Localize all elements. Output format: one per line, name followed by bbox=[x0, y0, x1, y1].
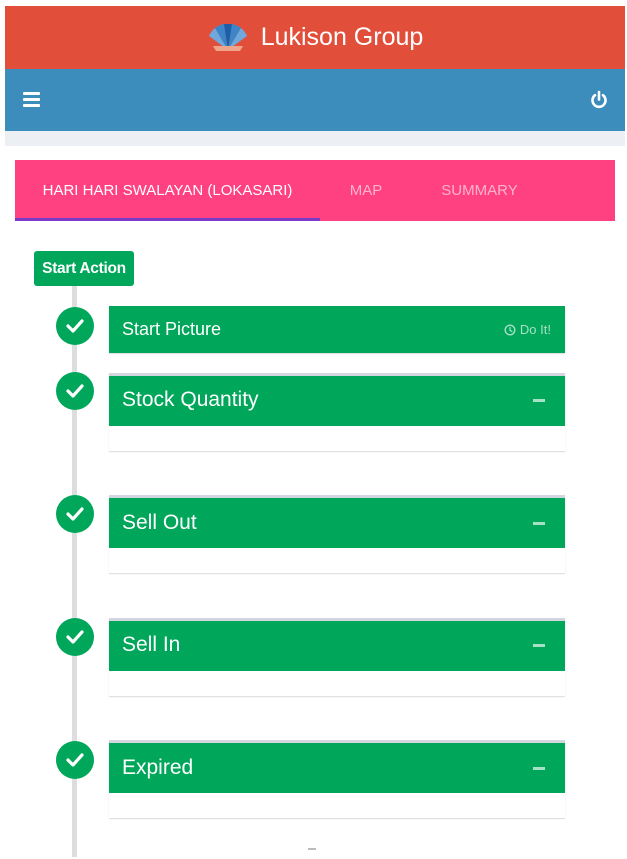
brand-title: Lukison Group bbox=[260, 23, 424, 51]
section-box-sell-in: Sell In bbox=[109, 618, 565, 696]
section-title: Expired bbox=[122, 756, 194, 779]
clock-icon bbox=[504, 323, 516, 336]
start-picture-box: Start Picture Do It! bbox=[109, 306, 565, 353]
top-navbar bbox=[5, 69, 625, 131]
section-header: Sell Out bbox=[109, 498, 565, 548]
section-box-sell-out: Sell Out bbox=[109, 495, 565, 573]
tab-map[interactable]: MAP bbox=[320, 160, 412, 221]
do-it-button[interactable]: Do It! bbox=[504, 322, 551, 337]
section-header: Stock Quantity bbox=[109, 376, 565, 426]
start-action-label: Start Action bbox=[34, 251, 134, 286]
resize-handle[interactable] bbox=[308, 848, 316, 850]
section-header: Sell In bbox=[109, 621, 565, 671]
active-tab-indicator bbox=[15, 218, 320, 221]
minus-icon[interactable] bbox=[533, 767, 545, 770]
hamburger-icon[interactable] bbox=[23, 92, 40, 108]
minus-icon[interactable] bbox=[533, 399, 545, 402]
minus-icon[interactable] bbox=[533, 644, 545, 647]
check-circle-icon bbox=[56, 372, 94, 410]
section-title: Stock Quantity bbox=[122, 388, 259, 411]
check-circle-icon bbox=[56, 495, 94, 533]
start-picture-title: Start Picture bbox=[122, 319, 222, 339]
main-content: HARI HARI SWALAYAN (LOKASARI) MAP SUMMAR… bbox=[5, 146, 625, 857]
tab-summary[interactable]: SUMMARY bbox=[412, 160, 547, 221]
tab-store[interactable]: HARI HARI SWALAYAN (LOKASARI) bbox=[15, 160, 320, 221]
section-box-stock-quantity: Stock Quantity bbox=[109, 373, 565, 451]
do-it-label: Do It! bbox=[519, 322, 551, 337]
section-title: Sell In bbox=[122, 633, 181, 656]
check-circle-icon bbox=[56, 618, 94, 656]
check-circle-icon bbox=[56, 741, 94, 779]
app-frame: Lukison Group HARI HARI SWALAYAN (LOKASA… bbox=[5, 6, 625, 857]
section-title: Sell Out bbox=[122, 511, 197, 534]
brand-header: Lukison Group bbox=[5, 6, 625, 69]
section-header: Expired bbox=[109, 743, 565, 793]
section-box-expired: Expired bbox=[109, 740, 565, 818]
power-icon[interactable] bbox=[589, 90, 609, 110]
check-circle-icon bbox=[56, 307, 94, 345]
tab-bar: HARI HARI SWALAYAN (LOKASARI) MAP SUMMAR… bbox=[15, 160, 615, 221]
minus-icon[interactable] bbox=[533, 522, 545, 525]
peacock-fan-logo bbox=[208, 23, 247, 51]
